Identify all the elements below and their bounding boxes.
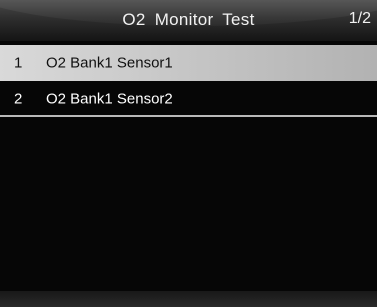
list-item-index: 2 [14, 90, 23, 108]
sensor-list: 1 O2 Bank1 Sensor1 2 O2 Bank1 Sensor2 [0, 45, 377, 117]
list-item-index: 1 [14, 54, 23, 72]
bottom-bar [0, 291, 377, 307]
list-item-o2-bank1-sensor2[interactable]: 2 O2 Bank1 Sensor2 [0, 83, 377, 117]
list-item-label: O2 Bank1 Sensor2 [46, 90, 173, 108]
list-item-o2-bank1-sensor1[interactable]: 1 O2 Bank1 Sensor1 [0, 45, 377, 81]
page-title: O2 Monitor Test [122, 10, 255, 29]
list-item-label: O2 Bank1 Sensor1 [46, 54, 173, 72]
page-indicator: 1/2 [348, 10, 371, 27]
title-bar: O2 Monitor Test 1/2 [0, 0, 377, 41]
device-screen: O2 Monitor Test 1/2 1 O2 Bank1 Sensor1 2… [0, 0, 377, 307]
